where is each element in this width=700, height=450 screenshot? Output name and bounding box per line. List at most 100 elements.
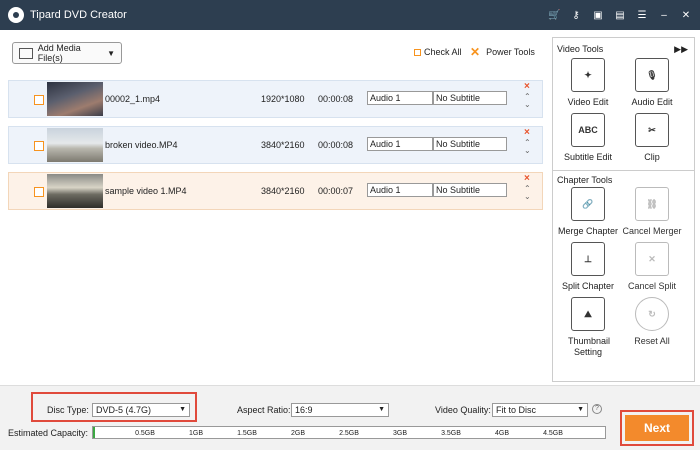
merge-chapter-button[interactable]: 🔗 Merge Chapter — [554, 187, 622, 236]
scissors-icon: ✂ — [635, 113, 669, 147]
video-thumbnail — [47, 128, 103, 162]
file-duration: 00:00:08 — [318, 94, 354, 104]
thumbnail-setting-label: Thumbnail Setting — [568, 336, 611, 357]
subtitle-edit-button[interactable]: ABC Subtitle Edit — [554, 113, 622, 162]
next-button-highlight: Next — [620, 410, 694, 446]
capacity-tick: 1GB — [188, 430, 204, 437]
minimize-icon[interactable]: – — [658, 10, 670, 21]
audio-edit-button[interactable]: 🎙 Audio Edit — [618, 58, 686, 107]
check-all-checkbox[interactable]: Check All — [414, 47, 462, 57]
split-chapter-button[interactable]: ⊥ Split Chapter — [554, 242, 622, 291]
add-media-label: Add Media File(s) — [37, 43, 81, 63]
capacity-tick: 3.5GB — [441, 430, 461, 437]
capacity-tick: 0.5GB — [135, 430, 155, 437]
audio-track-select[interactable]: Audio 1 — [367, 137, 433, 151]
chevron-down-icon: ▼ — [107, 48, 115, 58]
help-icon[interactable]: ? — [592, 404, 602, 414]
capacity-fill — [93, 427, 95, 438]
reorder-icon[interactable]: ⌃ ⌄ — [524, 93, 531, 109]
cancel-split-label: Cancel Split — [627, 281, 677, 291]
reset-icon: ↻ — [635, 297, 669, 331]
subtitle-select[interactable]: No Subtitle — [433, 91, 507, 105]
key-icon[interactable]: ⚷ — [570, 10, 582, 21]
capacity-tick: 2.5GB — [339, 430, 359, 437]
audio-track-select[interactable]: Audio 1 — [367, 91, 433, 105]
row-checkbox[interactable] — [34, 95, 44, 105]
clip-button[interactable]: ✂ Clip — [618, 113, 686, 162]
panel-divider — [553, 170, 694, 171]
file-name: sample video 1.MP4 — [105, 186, 187, 196]
microphone-icon: 🎙 — [635, 58, 669, 92]
reorder-icon[interactable]: ⌃ ⌄ — [524, 139, 531, 155]
save-icon[interactable]: ▣ — [592, 10, 604, 21]
row-checkbox[interactable] — [34, 187, 44, 197]
file-row[interactable]: 00002_1.mp4 1920*1080 00:00:08 Audio 1 N… — [8, 80, 543, 118]
close-icon[interactable]: ✕ — [680, 10, 692, 21]
subtitle-select[interactable]: No Subtitle — [433, 183, 507, 197]
cart-icon[interactable]: 🛒 — [548, 10, 560, 21]
check-all-label: Check All — [424, 47, 462, 57]
film-icon — [19, 47, 33, 59]
power-tools-label: Power Tools — [486, 47, 535, 57]
video-edit-button[interactable]: ✦ Video Edit — [554, 58, 622, 107]
file-name: broken video.MP4 — [105, 140, 178, 150]
disc-type-value: DVD-5 (4.7G) — [96, 405, 152, 415]
disc-type-select[interactable]: DVD-5 (4.7G) ▼ — [92, 403, 190, 417]
estimated-capacity-label: Estimated Capacity: — [8, 428, 89, 438]
bottom-bar: Disc Type: DVD-5 (4.7G) ▼ Aspect Ratio: … — [0, 385, 700, 450]
file-row[interactable]: broken video.MP4 3840*2160 00:00:08 Audi… — [8, 126, 543, 164]
tools-icon: ✕ — [470, 45, 481, 59]
file-resolution: 3840*2160 — [261, 186, 305, 196]
remove-icon[interactable]: × — [524, 173, 530, 184]
file-resolution: 3840*2160 — [261, 140, 305, 150]
video-quality-select[interactable]: Fit to Disc ▼ — [492, 403, 588, 417]
video-quality-value: Fit to Disc — [496, 405, 537, 415]
title-bar-controls: 🛒 ⚷ ▣ ▤ ☰ – ✕ — [548, 0, 692, 30]
chapter-tools-heading: Chapter Tools — [557, 175, 613, 185]
thumbnail-setting-button[interactable]: ⛰ Thumbnail Setting — [554, 297, 622, 358]
audio-edit-label: Audio Edit — [631, 97, 673, 107]
file-duration: 00:00:07 — [318, 186, 354, 196]
capacity-tick: 4.5GB — [543, 430, 563, 437]
unlink-icon: ⛓ — [635, 187, 669, 221]
merge-chapter-label: Merge Chapter — [557, 226, 619, 236]
remove-icon[interactable]: × — [524, 81, 530, 92]
chat-icon[interactable]: ▤ — [614, 10, 626, 21]
cancel-merger-label: Cancel Merger — [622, 226, 682, 236]
disc-type-label: Disc Type: — [47, 405, 89, 415]
reset-all-button[interactable]: ↻ Reset All — [618, 297, 686, 346]
chevron-down-icon: ▼ — [378, 406, 385, 413]
capacity-bar: 0.5GB 1GB 1.5GB 2GB 2.5GB 3GB 3.5GB 4GB … — [92, 426, 606, 439]
reset-all-label: Reset All — [634, 336, 670, 346]
video-thumbnail — [47, 174, 103, 208]
video-edit-label: Video Edit — [567, 97, 609, 107]
cancel-split-icon: ✕ — [635, 242, 669, 276]
subtitle-select[interactable]: No Subtitle — [433, 137, 507, 151]
remove-icon[interactable]: × — [524, 127, 530, 138]
checkbox-icon — [414, 48, 421, 56]
toolbar: Add Media File(s) ▼ Check All ✕ Power To… — [0, 30, 548, 76]
menu-icon[interactable]: ☰ — [636, 10, 648, 21]
image-icon: ⛰ — [571, 297, 605, 331]
tools-panel: Video Tools ▶▶ ✦ Video Edit 🎙 Audio Edit… — [552, 37, 695, 382]
video-thumbnail — [47, 82, 103, 116]
app-title: Tipard DVD Creator — [30, 9, 127, 21]
chevron-down-icon: ▼ — [179, 406, 186, 413]
next-button[interactable]: Next — [625, 415, 689, 441]
row-checkbox[interactable] — [34, 141, 44, 151]
file-row[interactable]: sample video 1.MP4 3840*2160 00:00:07 Au… — [8, 172, 543, 210]
video-tools-heading: Video Tools — [557, 44, 604, 54]
capacity-tick: 3GB — [392, 430, 408, 437]
video-quality-label: Video Quality: — [435, 405, 491, 415]
file-resolution: 1920*1080 — [261, 94, 305, 104]
cancel-merger-button[interactable]: ⛓ Cancel Merger — [618, 187, 686, 236]
aspect-ratio-select[interactable]: 16:9 ▼ — [291, 403, 389, 417]
add-media-button[interactable]: Add Media File(s) ▼ — [12, 42, 122, 64]
reorder-icon[interactable]: ⌃ ⌄ — [524, 185, 531, 201]
magic-wand-icon: ✦ — [571, 58, 605, 92]
cancel-split-button[interactable]: ✕ Cancel Split — [618, 242, 686, 291]
collapse-panel-icon[interactable]: ▶▶ — [674, 44, 688, 55]
power-tools-button[interactable]: ✕ Power Tools — [470, 45, 535, 59]
file-name: 00002_1.mp4 — [105, 94, 161, 104]
audio-track-select[interactable]: Audio 1 — [367, 183, 433, 197]
